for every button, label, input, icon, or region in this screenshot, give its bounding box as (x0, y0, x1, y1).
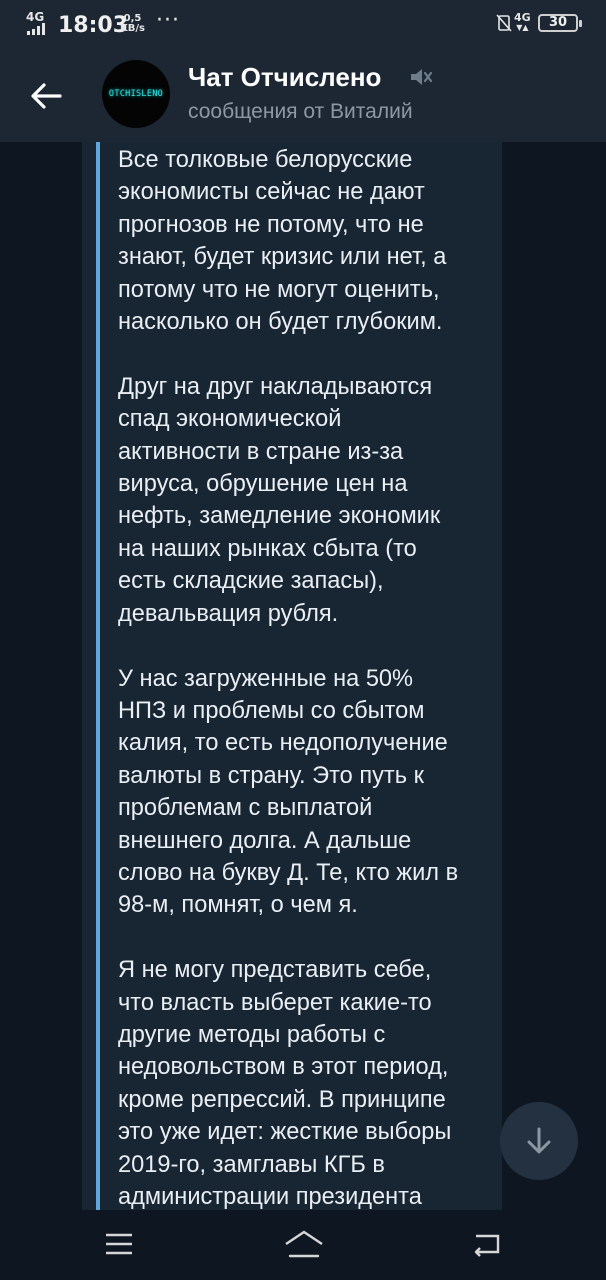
network-speed-unit: KB/s (120, 23, 145, 34)
network-type: 4G (26, 10, 45, 24)
speaker-muted-icon (411, 69, 433, 85)
message-text: Все толковые белорусские экономисты сейч… (118, 147, 459, 1210)
chat-header: OTCHISLENO Чат Отчислено сообщения от Ви… (0, 50, 606, 142)
scroll-to-bottom-button[interactable] (500, 1102, 578, 1180)
network-type-2: 4G ▼▲ (514, 12, 531, 32)
chat-avatar[interactable]: OTCHISLENO (102, 60, 170, 128)
quote-accent-bar (96, 142, 100, 1210)
chat-title[interactable]: Чат Отчислено (188, 62, 381, 93)
menu-icon[interactable] (104, 1232, 134, 1256)
battery-icon: 30 (538, 14, 582, 32)
data-arrows-icon: ▼▲ (516, 23, 529, 32)
more-notifications: ··· (156, 8, 180, 33)
return-icon[interactable] (470, 1230, 504, 1258)
clock: 18:03 (58, 13, 129, 38)
status-bar: 4G 18:03 0,5 KB/s ··· 4G ▼▲ 30 (0, 0, 606, 50)
network-speed: 0,5 KB/s (120, 14, 145, 34)
home-icon[interactable] (282, 1228, 326, 1260)
signal-icon (27, 23, 51, 35)
vibrate-off-icon (496, 14, 512, 32)
system-nav-bar (0, 1210, 606, 1280)
chat-subtitle: сообщения от Виталий (188, 100, 413, 123)
back-arrow-icon[interactable] (22, 72, 70, 120)
message-list[interactable]: Все толковые белорусские экономисты сейч… (0, 142, 606, 1210)
arrow-down-icon (527, 1127, 551, 1154)
avatar-logo-text: OTCHISLENO (108, 89, 164, 99)
